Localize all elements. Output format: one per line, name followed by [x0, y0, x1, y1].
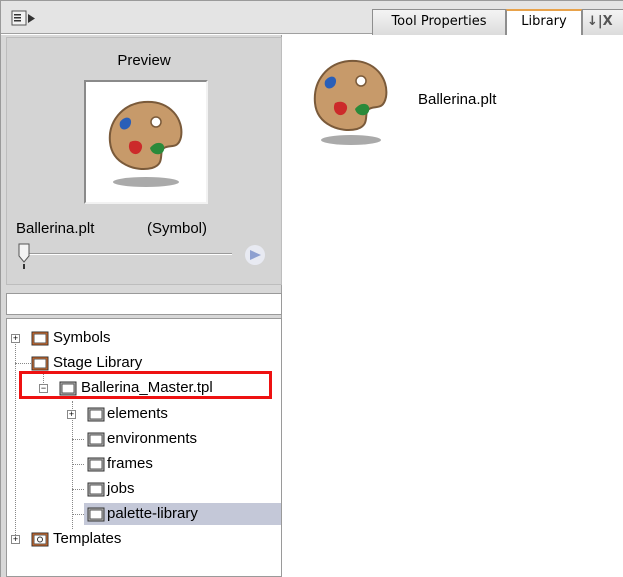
panel-toolbar: Tool Properties Library ↓|X [1, 1, 623, 36]
library-filter-bar[interactable] [6, 293, 282, 315]
tab-library[interactable]: Library [506, 9, 582, 36]
preview-title: Preview [117, 52, 171, 69]
tree-item-label: environments [107, 430, 198, 447]
folder-icon [87, 507, 105, 522]
tree-item-frames[interactable]: frames [7, 453, 281, 475]
tree-item-jobs[interactable]: jobs [7, 478, 281, 500]
tree-item-templates[interactable]: + Templates [7, 528, 281, 550]
palette-icon [313, 59, 388, 145]
highlight-annotation [19, 371, 272, 399]
tree-item-label: elements [107, 405, 168, 422]
library-item-ballerina[interactable] [313, 57, 391, 149]
library-left-pane: Preview Ballerina.plt (Symbol) + Symbols… [1, 35, 282, 577]
folder-icon [87, 482, 105, 497]
palette-icon [108, 100, 183, 187]
library-tree: + Symbols Stage Library − Ballerina_Mast… [6, 318, 282, 577]
folder-icon [31, 331, 49, 346]
library-contents-pane: Ballerina.plt [283, 35, 623, 577]
folder-icon [31, 356, 49, 371]
tree-item-label: Templates [53, 530, 122, 547]
tree-item-label: jobs [107, 480, 135, 497]
templates-folder-icon [31, 532, 49, 547]
preview-thumbnail [84, 80, 208, 204]
library-item-label[interactable]: Ballerina.plt [418, 91, 496, 108]
tree-item-label: frames [107, 455, 153, 472]
panel-menu-icon[interactable] [11, 10, 37, 27]
tree-item-label: palette-library [107, 505, 198, 522]
tree-guide-line [72, 514, 84, 515]
folder-icon [87, 432, 105, 447]
folder-icon [87, 457, 105, 472]
expand-icon[interactable]: + [67, 410, 76, 419]
tab-panel-controls[interactable]: ↓|X [582, 9, 623, 35]
expand-icon[interactable]: + [11, 334, 20, 343]
tab-tool-properties[interactable]: Tool Properties [372, 9, 506, 35]
preview-panel: Preview Ballerina.plt (Symbol) [6, 37, 282, 285]
preview-item-type: (Symbol) [147, 220, 208, 237]
expand-icon[interactable]: + [11, 535, 20, 544]
preview-slider-handle[interactable] [17, 242, 31, 270]
play-icon[interactable] [237, 243, 267, 267]
tree-item-symbols[interactable]: + Symbols [7, 327, 281, 349]
tree-item-palette-library[interactable]: palette-library [84, 503, 281, 525]
preview-slider-track[interactable] [22, 253, 232, 255]
tree-item-environments[interactable]: environments [7, 428, 281, 450]
tree-item-label: Symbols [53, 329, 111, 346]
preview-item-name: Ballerina.plt [16, 220, 95, 237]
folder-icon [87, 407, 105, 422]
tree-item-elements[interactable]: + elements [7, 403, 281, 425]
